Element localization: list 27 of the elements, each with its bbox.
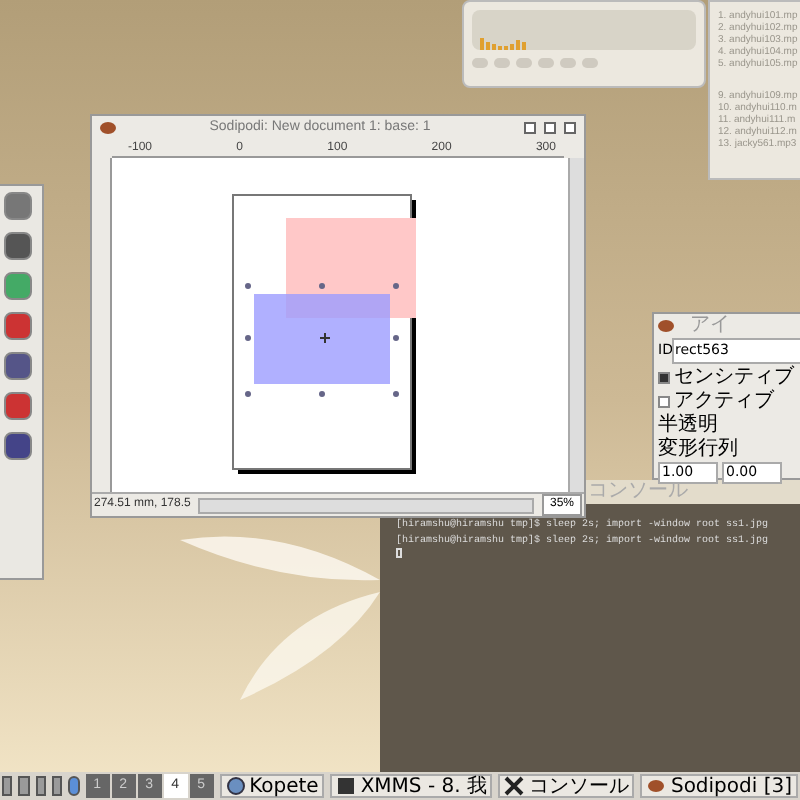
close-icon[interactable]: [564, 122, 576, 134]
horizontal-scrollbar[interactable]: [198, 497, 534, 513]
leaf-icon: [100, 122, 116, 134]
dialog-title: アイ: [690, 314, 730, 336]
checkbox[interactable]: [658, 395, 670, 407]
taskbar-button[interactable]: Sodipodi [3]: [640, 774, 798, 798]
checkbox-label: センシティブ: [674, 366, 794, 388]
tool-icon[interactable]: [4, 232, 32, 260]
taskbar-button[interactable]: コンソール: [498, 774, 635, 798]
taskbar-button[interactable]: XMMS - 8. 我: [330, 774, 493, 798]
text-cursor: [396, 548, 402, 558]
matrix-label: 変形行列: [658, 438, 740, 460]
leaf-icon: [658, 319, 674, 331]
taskbar-button[interactable]: Kopete: [219, 774, 325, 798]
checkbox[interactable]: [658, 371, 670, 383]
minimize-icon[interactable]: [524, 122, 536, 134]
maximize-icon[interactable]: [544, 122, 556, 134]
tool-icon[interactable]: [4, 352, 32, 380]
vertical-scrollbar[interactable]: [568, 158, 584, 492]
leaf-icon: [646, 776, 667, 796]
tool-icon[interactable]: [4, 312, 32, 340]
tool-icon[interactable]: [4, 432, 32, 460]
tool-icon[interactable]: [4, 192, 32, 220]
checkbox-label: アクティブ: [674, 390, 774, 412]
window-title: コンソール: [588, 480, 688, 504]
tool-icon[interactable]: [4, 392, 32, 420]
opacity-label: 半透明: [658, 414, 720, 436]
